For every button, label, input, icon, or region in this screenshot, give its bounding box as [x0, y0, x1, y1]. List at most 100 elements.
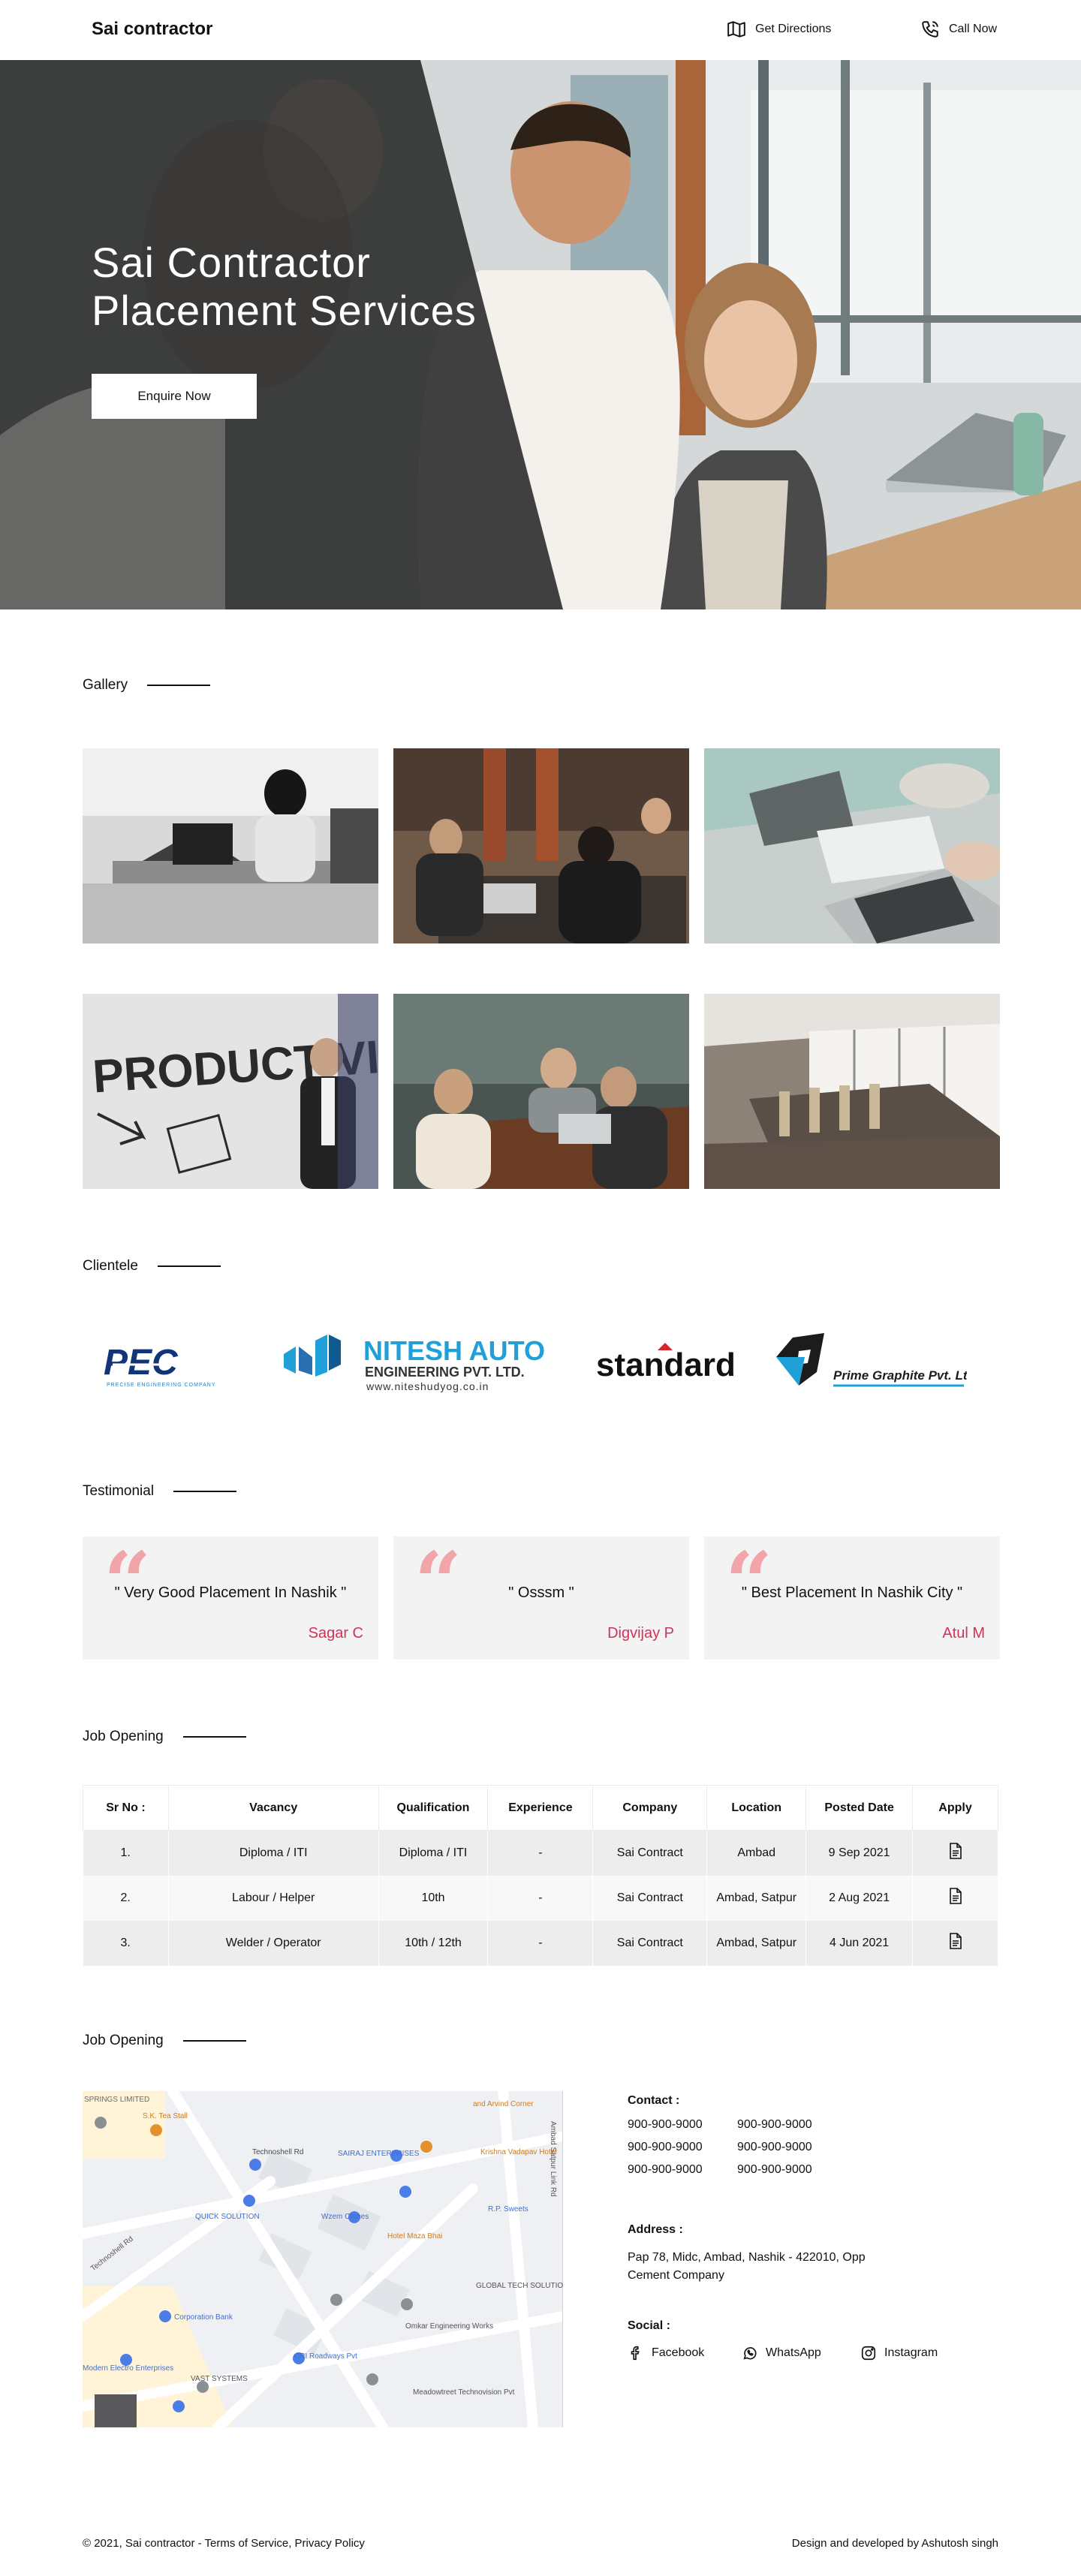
quote-icon: “ [104, 1533, 152, 1630]
gallery-photo-laptop-documents [704, 748, 1000, 943]
call-now-label: Call Now [949, 23, 998, 35]
social-label: Social : [628, 2319, 670, 2332]
gallery-image[interactable] [704, 994, 1000, 1189]
instagram-link[interactable]: Instagram [860, 2345, 938, 2361]
hero-banner: Sai Contractor Placement Services Enquir… [0, 60, 1081, 609]
street-view-thumbnail [95, 2394, 137, 2427]
testimonial-card: “ " Very Good Placement In Nashik " Saga… [83, 1536, 378, 1660]
svg-text:QUICK SOLUTION: QUICK SOLUTION [195, 2213, 260, 2221]
client-logo-prime-graphite: Prime Graphite Pvt. Ltd. [772, 1327, 967, 1395]
svg-text:R.P. Sweets: R.P. Sweets [488, 2205, 528, 2213]
brand-logo[interactable]: Sai contractor [92, 19, 212, 40]
cell-sr: 2. [83, 1875, 169, 1921]
gallery-image[interactable] [704, 748, 1000, 943]
cell-experience: - [487, 1875, 594, 1921]
column-header: Vacancy [168, 1785, 379, 1831]
heading-divider [147, 685, 211, 686]
gallery-photo-meeting-laughing [393, 994, 689, 1189]
phone-number[interactable]: 900-900-9000 [628, 2118, 737, 2132]
clientele-heading-text: Clientele [83, 1258, 138, 1274]
testimonial-text: " Osssm " [508, 1584, 574, 1601]
gallery-image[interactable] [393, 748, 689, 943]
gallery-photo-office-bw [83, 748, 378, 943]
footer-credits: Design and developed by Ashutosh singh [791, 2537, 998, 2550]
get-directions-label: Get Directions [755, 23, 832, 35]
svg-text:Technoshell Rd: Technoshell Rd [252, 2148, 303, 2156]
map-canvas: SPRINGS LIMITED S.K. Tea Stall Technoshe… [83, 2091, 563, 2427]
cell-vacancy: Welder / Operator [168, 1920, 379, 1966]
whatsapp-link[interactable]: WhatsApp [742, 2345, 821, 2361]
cell-experience: - [487, 1830, 594, 1876]
standard-logo: standard [596, 1343, 736, 1383]
heading-divider [182, 1736, 246, 1738]
clientele-heading: Clientele [83, 1258, 221, 1274]
cell-company: Sai Contract [592, 1920, 708, 1966]
svg-text:GLOBAL TECH SOLUTIONS: GLOBAL TECH SOLUTIONS [476, 2282, 563, 2290]
apply-button[interactable] [912, 1875, 998, 1921]
gallery-heading-text: Gallery [83, 677, 128, 693]
client-logo-nitesh-auto: NITESH AUTO ENGINEERING PVT. LTD. www.ni… [279, 1327, 557, 1395]
testimonial-author: Sagar C [308, 1625, 363, 1642]
quote-icon: “ [725, 1533, 773, 1630]
client-logo-standard: standard [593, 1340, 736, 1385]
prime-graphite-logo: Prime Graphite Pvt. Ltd. [776, 1333, 967, 1387]
cell-sr: 1. [83, 1830, 169, 1876]
svg-text:NITESH AUTO: NITESH AUTO [363, 1335, 545, 1366]
gallery-image[interactable] [393, 994, 689, 1189]
column-header: Experience [487, 1785, 594, 1831]
phone-list: 900-900-9000 900-900-9000 900-900-9000 9… [628, 2118, 847, 2177]
enquire-now-button[interactable]: Enquire Now [92, 374, 257, 419]
column-header: Sr No : [83, 1785, 169, 1831]
document-icon [949, 1933, 962, 1949]
heading-divider [173, 1491, 237, 1492]
svg-text:SAIRAJ ENTERPRISES: SAIRAJ ENTERPRISES [338, 2150, 420, 2158]
contact-label: Contact : [628, 2094, 680, 2107]
svg-text:Krishna Vadapav Hotel: Krishna Vadapav Hotel [480, 2148, 557, 2156]
phone-number[interactable]: 900-900-9000 [628, 2163, 737, 2177]
svg-text:Omkar Engineering Works: Omkar Engineering Works [405, 2322, 493, 2331]
facebook-link[interactable]: Facebook [628, 2345, 704, 2361]
footer-copyright[interactable]: © 2021, Sai contractor - Terms of Servic… [83, 2537, 365, 2550]
gallery-image[interactable] [83, 748, 378, 943]
svg-text:CRI Roadways Pvt: CRI Roadways Pvt [294, 2352, 357, 2361]
svg-text:SPRINGS LIMITED: SPRINGS LIMITED [84, 2096, 149, 2104]
svg-text:PRECISE ENGINEERING COMPANY: PRECISE ENGINEERING COMPANY [107, 1383, 216, 1388]
call-now-link[interactable]: Call Now [920, 20, 997, 39]
svg-text:Wzem Cranes: Wzem Cranes [321, 2213, 369, 2221]
testimonial-heading-text: Testimonial [83, 1483, 155, 1499]
location-map[interactable]: SPRINGS LIMITED S.K. Tea Stall Technoshe… [83, 2091, 563, 2427]
cell-vacancy: Labour / Helper [168, 1875, 379, 1921]
phone-icon [922, 21, 938, 38]
get-directions-link[interactable]: Get Directions [727, 20, 831, 39]
testimonial-text: " Best Placement In Nashik City " [741, 1584, 963, 1601]
heading-divider [157, 1265, 221, 1267]
job-openings-table: Sr No : Vacancy Qualification Experience… [83, 1785, 998, 1966]
svg-text:and Arvind Corner: and Arvind Corner [473, 2100, 534, 2108]
quote-icon: “ [414, 1533, 462, 1630]
gallery-image[interactable]: PRODUCTIVIT [83, 994, 378, 1189]
cell-qualification: 10th / 12th [378, 1920, 489, 1966]
cell-posted-date: 4 Jun 2021 [805, 1920, 914, 1966]
testimonial-author: Digvijay P [607, 1625, 674, 1642]
apply-button[interactable] [912, 1830, 998, 1876]
heading-divider [182, 2040, 246, 2042]
site-header: Sai contractor Get Directions Call Now [0, 0, 1081, 60]
cell-location: Ambad, Satpur [706, 1920, 807, 1966]
table-row: 2. Labour / Helper 10th - Sai Contract A… [83, 1875, 998, 1921]
phone-number[interactable]: 900-900-9000 [737, 2163, 847, 2177]
cell-experience: - [487, 1920, 594, 1966]
gallery-photo-conference-room [704, 994, 1000, 1189]
instagram-label: Instagram [884, 2346, 938, 2359]
apply-button[interactable] [912, 1920, 998, 1966]
phone-number[interactable]: 900-900-9000 [737, 2118, 847, 2132]
instagram-icon [861, 2346, 876, 2361]
svg-text:Modern Electro Enterprises: Modern Electro Enterprises [83, 2364, 173, 2373]
job-opening-heading: Job Opening [83, 1729, 246, 1745]
cell-location: Ambad [706, 1830, 807, 1876]
svg-text:Hotel Maza Bhai: Hotel Maza Bhai [387, 2232, 442, 2240]
phone-number[interactable]: 900-900-9000 [737, 2141, 847, 2154]
pec-logo: PEC PRECISE ENGINEERING COMPANY [104, 1343, 216, 1388]
svg-text:Corporation Bank: Corporation Bank [174, 2313, 233, 2322]
contact-section-heading-text: Job Opening [83, 2033, 164, 2048]
phone-number[interactable]: 900-900-9000 [628, 2141, 737, 2154]
